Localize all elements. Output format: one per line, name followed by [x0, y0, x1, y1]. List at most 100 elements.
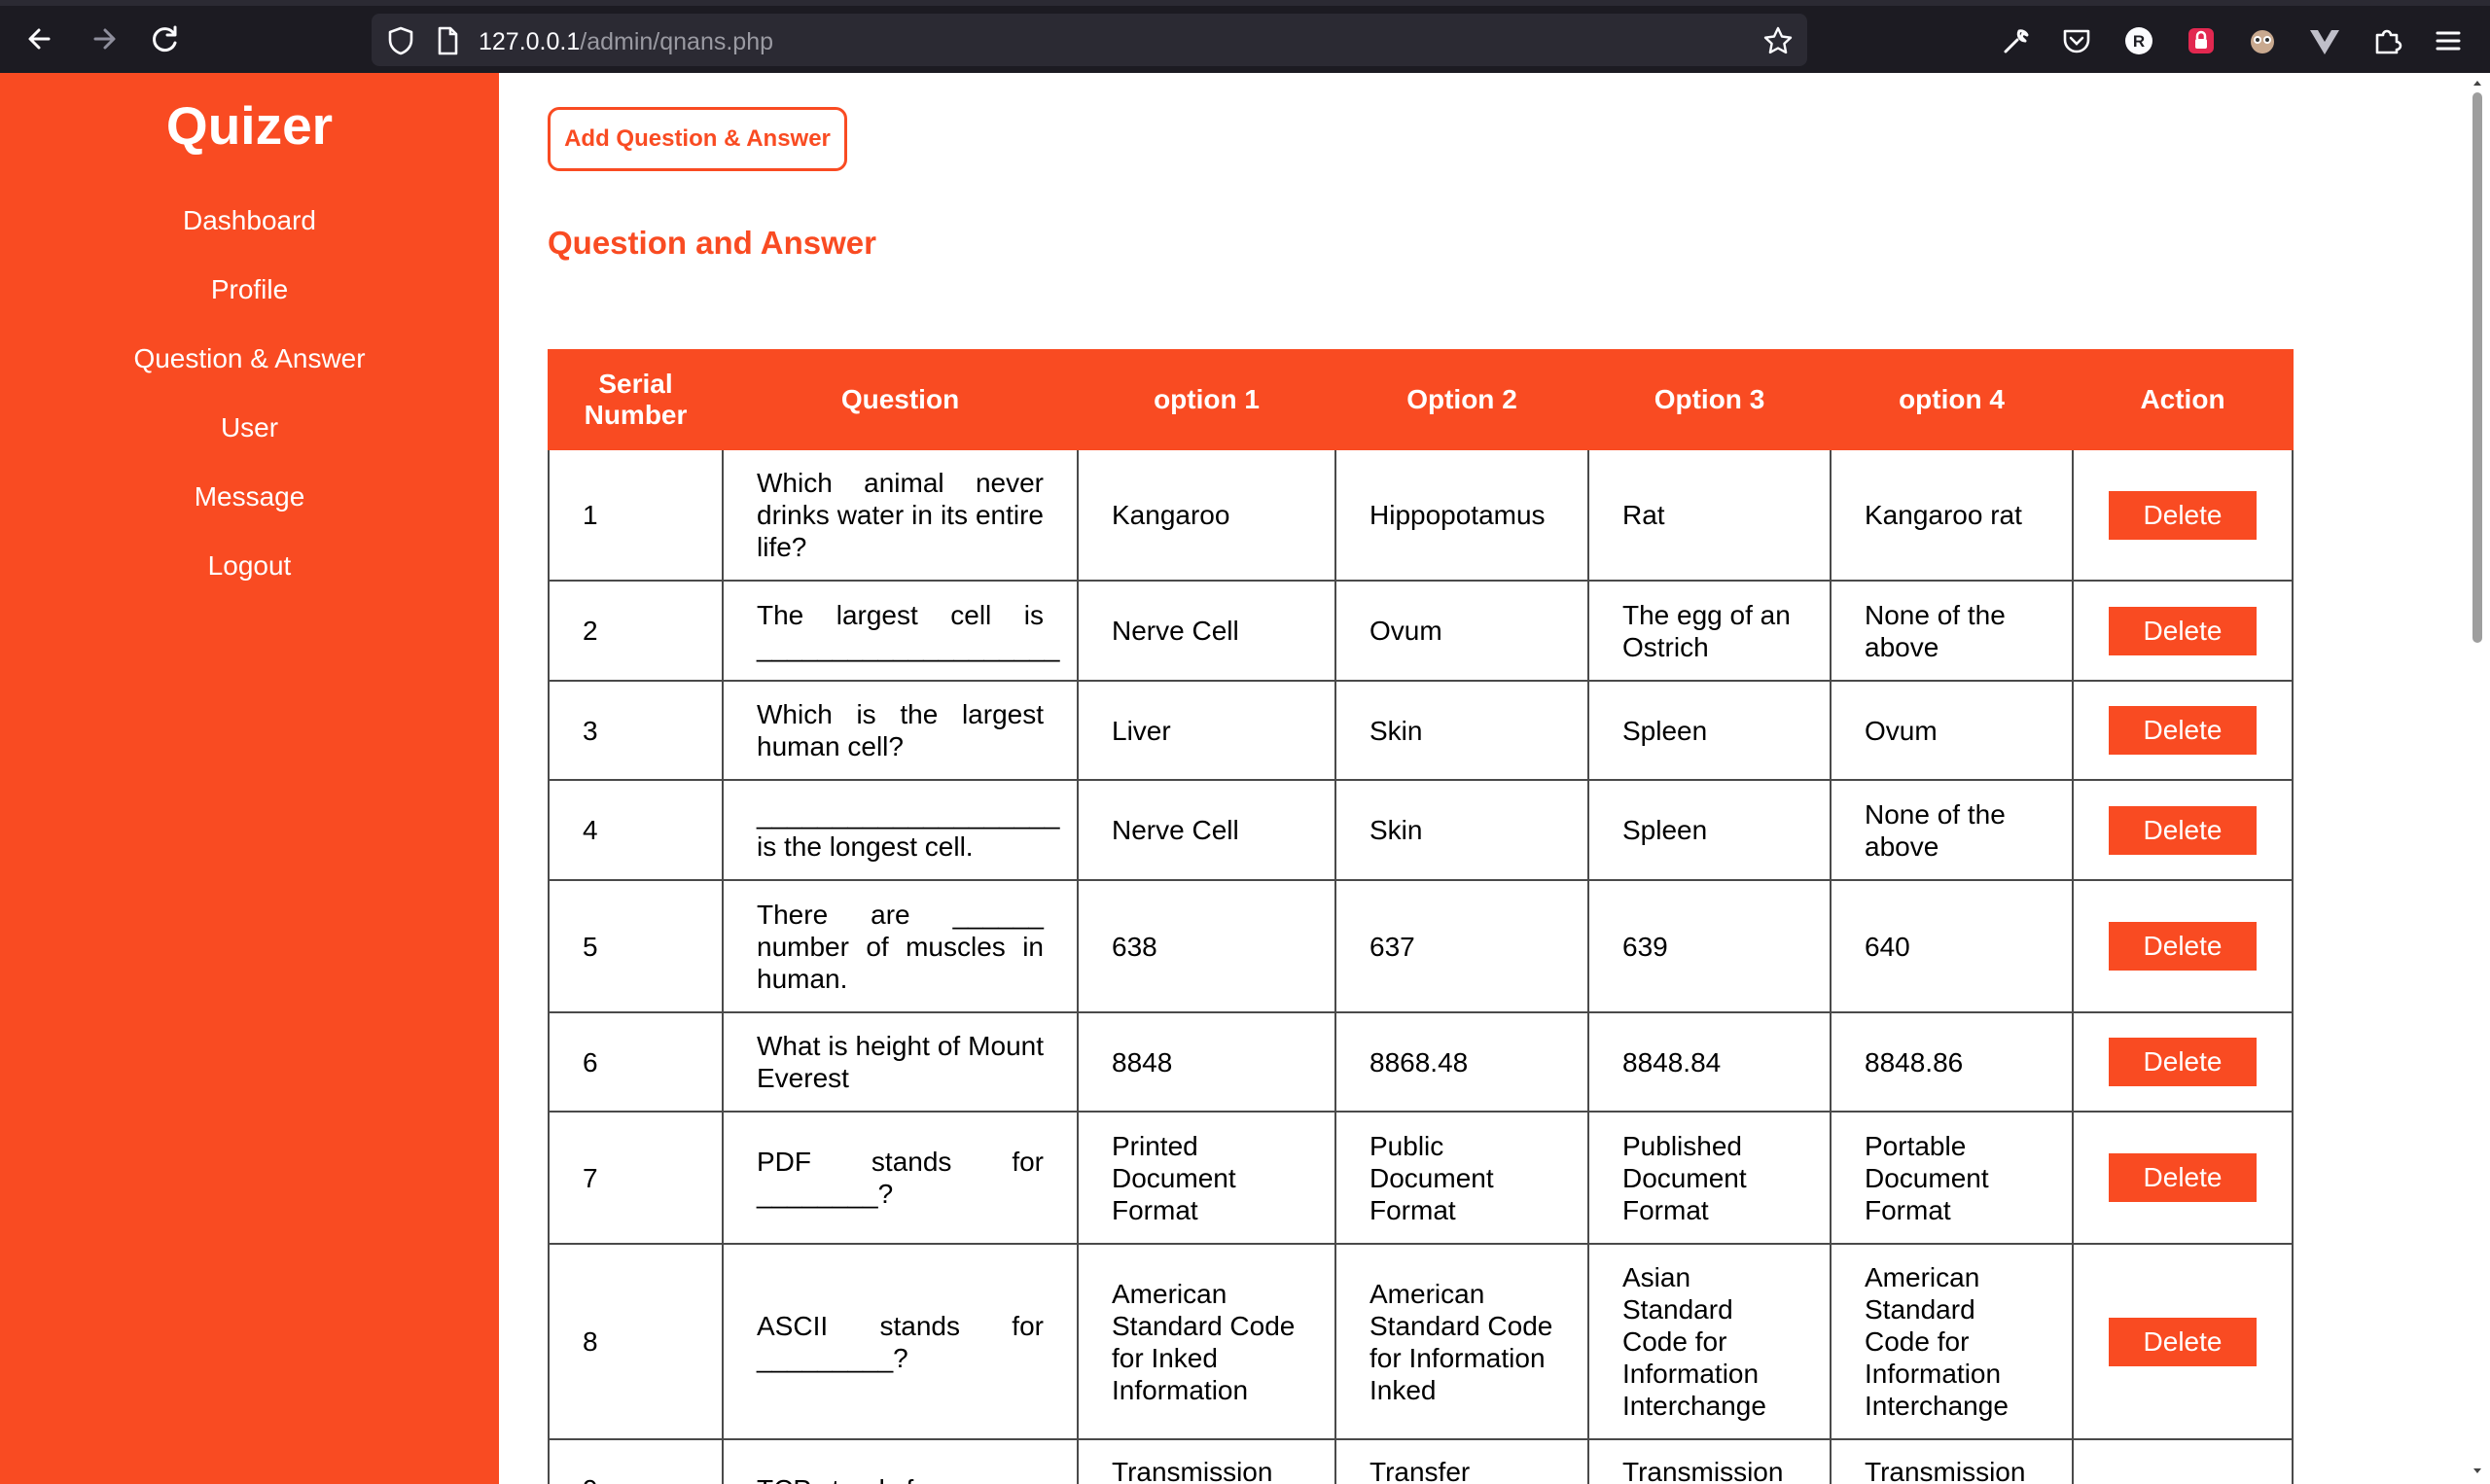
brand-logo[interactable]: Quizer — [0, 94, 499, 157]
table-row: 5 There are ______ number of muscles in … — [548, 879, 2294, 1013]
sidebar-item-question-answer[interactable]: Question & Answer — [0, 343, 499, 374]
delete-button[interactable]: Delete — [2109, 805, 2257, 855]
table-row: 1 Which animal never drinks water in its… — [548, 448, 2294, 582]
option2-cell: Skin — [1334, 680, 1589, 781]
action-cell: Delete — [2072, 680, 2294, 781]
page-icon — [432, 25, 463, 56]
profile-avatar-icon[interactable]: R — [2121, 23, 2156, 58]
scroll-up-arrow-icon[interactable] — [2472, 77, 2483, 88]
question-cell: Which animal never drinks water in its e… — [722, 448, 1079, 582]
delete-button[interactable]: Delete — [2109, 922, 2257, 971]
back-arrow-icon[interactable] — [19, 18, 62, 60]
table-header-row: Serial Number Question option 1 Option 2… — [548, 349, 2294, 450]
url-text: 127.0.0.1/admin/qnans.php — [479, 28, 773, 56]
hamburger-menu-icon[interactable] — [2431, 23, 2466, 58]
serial-cell: 9 — [548, 1438, 724, 1484]
vertical-scrollbar[interactable] — [2464, 73, 2490, 1484]
delete-button[interactable]: Delete — [2109, 490, 2257, 540]
action-cell: Delete — [2072, 448, 2294, 582]
sidebar-item-user[interactable]: User — [0, 412, 499, 443]
option4-cell: Portable Document Format — [1830, 1111, 2074, 1245]
table-row: 4 ____________________ is the longest ce… — [548, 779, 2294, 881]
option3-cell: Transmission — [1587, 1438, 1832, 1484]
browser-toolbar: 127.0.0.1/admin/qnans.php R — [0, 0, 2490, 73]
serial-cell: 2 — [548, 580, 724, 682]
delete-button[interactable]: Delete — [2109, 1038, 2257, 1086]
option2-cell: 637 — [1334, 879, 1589, 1013]
option3-cell: Spleen — [1587, 779, 1832, 881]
url-host: 127.0.0.1 — [479, 28, 581, 55]
action-cell: Delete — [2072, 1011, 2294, 1113]
option1-cell: 638 — [1077, 879, 1336, 1013]
bookmark-star-icon[interactable] — [1762, 25, 1794, 56]
table-row: 8 ASCII stands for _________? American S… — [548, 1243, 2294, 1440]
option1-cell: Liver — [1077, 680, 1336, 781]
header-serial-number: Serial Number — [548, 349, 724, 450]
table-row: 9 TCP stands for Transmission Transfer T… — [548, 1438, 2294, 1484]
action-cell: Delete — [2072, 1111, 2294, 1245]
option3-cell: Asian Standard Code for Information Inte… — [1587, 1243, 1832, 1440]
question-cell: Which is the largest human cell? — [722, 680, 1079, 781]
option3-cell: The egg of an Ostrich — [1587, 580, 1832, 682]
option1-cell: 8848 — [1077, 1011, 1336, 1113]
extension-face-icon[interactable] — [2245, 23, 2280, 58]
scroll-down-arrow-icon[interactable] — [2472, 1466, 2483, 1477]
vue-devtools-icon[interactable] — [2307, 23, 2342, 58]
option1-cell: Nerve Cell — [1077, 779, 1336, 881]
shield-icon[interactable] — [385, 25, 416, 56]
option3-cell: 639 — [1587, 879, 1832, 1013]
main-content: Add Question & Answer Question and Answe… — [499, 73, 2464, 1484]
serial-cell: 8 — [548, 1243, 724, 1440]
password-lock-icon[interactable] — [2184, 23, 2219, 58]
page-viewport: Quizer Dashboard Profile Question & Answ… — [0, 73, 2490, 1484]
sidebar-item-profile[interactable]: Profile — [0, 274, 499, 305]
serial-cell: 3 — [548, 680, 724, 781]
option2-cell: Hippopotamus — [1334, 448, 1589, 582]
question-cell: ____________________ is the longest cell… — [722, 779, 1079, 881]
question-cell: ASCII stands for _________? — [722, 1243, 1079, 1440]
header-question: Question — [722, 349, 1079, 450]
option2-cell: Skin — [1334, 779, 1589, 881]
scrollbar-thumb[interactable] — [2472, 92, 2482, 643]
option3-cell: Published Document Format — [1587, 1111, 1832, 1245]
extensions-puzzle-icon[interactable] — [2369, 23, 2404, 58]
option3-cell: Rat — [1587, 448, 1832, 582]
sidebar-item-logout[interactable]: Logout — [0, 550, 499, 582]
action-cell: Delete — [2072, 779, 2294, 881]
table-row: 6 What is height of Mount Everest 8848 8… — [548, 1011, 2294, 1113]
profile-initial: R — [2133, 32, 2145, 51]
address-bar[interactable]: 127.0.0.1/admin/qnans.php — [372, 14, 1807, 66]
option2-cell: 8868.48 — [1334, 1011, 1589, 1113]
option3-cell: 8848.84 — [1587, 1011, 1832, 1113]
option3-cell: Spleen — [1587, 680, 1832, 781]
sidebar-item-message[interactable]: Message — [0, 481, 499, 512]
delete-button[interactable]: Delete — [2109, 1153, 2257, 1202]
header-option-4: option 4 — [1830, 349, 2074, 450]
delete-button[interactable]: Delete — [2109, 706, 2257, 755]
reload-icon[interactable] — [144, 18, 187, 60]
option4-cell: 8848.86 — [1830, 1011, 2074, 1113]
question-cell: TCP stands for — [722, 1438, 1079, 1484]
option4-cell: Kangaroo rat — [1830, 448, 2074, 582]
question-answer-table: Serial Number Question option 1 Option 2… — [548, 349, 2294, 1484]
table-row: 2 The largest cell is __________________… — [548, 580, 2294, 682]
add-question-answer-button[interactable]: Add Question & Answer — [548, 107, 847, 171]
option2-cell: American Standard Code for Information I… — [1334, 1243, 1589, 1440]
sidebar-item-dashboard[interactable]: Dashboard — [0, 205, 499, 236]
delete-button[interactable]: Delete — [2109, 1317, 2257, 1366]
option2-cell: Public Document Format — [1334, 1111, 1589, 1245]
serial-cell: 7 — [548, 1111, 724, 1245]
option1-cell: Kangaroo — [1077, 448, 1336, 582]
option1-cell: Transmission — [1077, 1438, 1336, 1484]
question-cell: There are ______ number of muscles in hu… — [722, 879, 1079, 1013]
header-option-2: Option 2 — [1334, 349, 1589, 450]
forward-arrow-icon[interactable] — [82, 18, 124, 60]
delete-button[interactable]: Delete — [2109, 606, 2257, 655]
serial-cell: 1 — [548, 448, 724, 582]
question-cell: What is height of Mount Everest — [722, 1011, 1079, 1113]
pocket-icon[interactable] — [2059, 23, 2094, 58]
table-row: 3 Which is the largest human cell? Liver… — [548, 680, 2294, 781]
option1-cell: Nerve Cell — [1077, 580, 1336, 682]
wrench-icon[interactable] — [1998, 23, 2033, 58]
action-cell: Delete — [2072, 580, 2294, 682]
